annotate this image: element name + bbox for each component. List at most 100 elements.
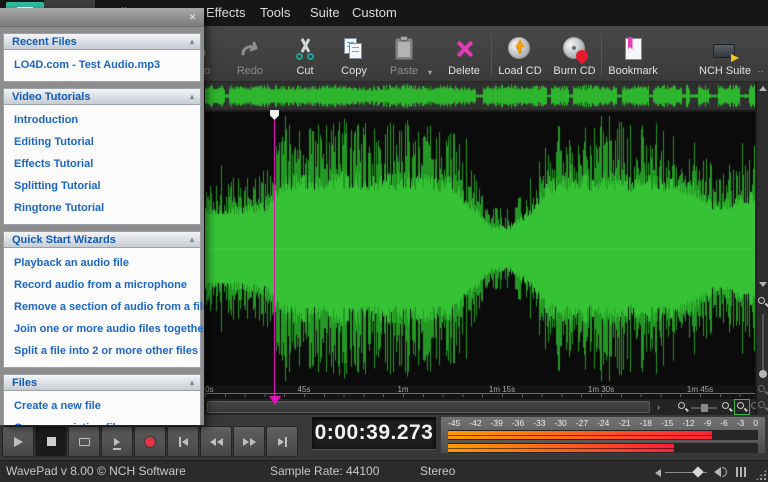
panel-link[interactable]: Playback an audio file [4,252,200,274]
section-list: Introduction Editing Tutorial Effects Tuto… [3,104,201,225]
play-selection-button[interactable] [101,426,133,457]
scroll-down-icon[interactable] [759,282,767,287]
tutorial-floating-panel: ✕ Recent Files ▴ LO4D.com - Test Audio.mp3… [0,8,204,425]
vertical-zoom-strip[interactable] [756,82,768,415]
panel-link[interactable]: Split a file into 2 or more other files [4,340,200,362]
window-resize-grip[interactable] [755,469,767,481]
collapse-icon[interactable]: ▴ [190,375,194,391]
collapse-icon[interactable]: ▴ [190,89,194,105]
ruler-ticks [205,393,755,397]
panel-link[interactable]: Splitting Tutorial [4,175,200,197]
cut-button[interactable]: Cut [282,29,328,79]
meter-scale-label: -42 [469,418,482,428]
status-bar: WavePad v 8.00 © NCH Software Sample Rat… [0,460,768,482]
zoom-out-icon[interactable] [677,401,689,413]
play-button[interactable] [2,426,34,457]
collapse-icon[interactable]: ▴ [190,34,194,50]
burn-cd-icon [562,35,590,65]
toolbar-button-label: Cut [296,65,314,77]
toolbar-button-label: Paste [389,65,419,77]
meter-scale-label: -36 [511,418,525,428]
section-header[interactable]: Recent Files ▴ [3,33,201,49]
zoom-slider[interactable] [691,404,717,412]
panel-title-bar[interactable]: ✕ [0,8,204,27]
waveform-display[interactable] [205,112,755,385]
section-header[interactable]: Files ▴ [3,374,201,390]
burn-cd-button[interactable]: Burn CD [547,29,602,79]
fast-forward-button[interactable] [233,426,265,457]
loop-button[interactable] [68,426,100,457]
panel-link[interactable]: Introduction [4,109,200,131]
vertical-zoom-out-icon[interactable] [757,384,768,396]
volume-down-icon[interactable] [655,469,661,477]
section-list: Create a new fileOpen an existing fileRe… [3,390,201,425]
vertical-zoom-thumb[interactable] [759,370,767,378]
panel-section-files: Files▴Create a new fileOpen an existing … [3,374,201,425]
nch-suite-icon [713,35,739,63]
ruler-label: 1m 45s [686,385,714,394]
zoom-slider-thumb[interactable] [701,404,708,412]
rewind-button[interactable] [200,426,232,457]
panel-link[interactable]: LO4D.com - Test Audio.mp3 [4,54,200,76]
toolbar-overflow-icon[interactable]: ‥ [757,64,765,75]
speaker-icon[interactable] [714,467,727,477]
meter-scale: -45 -42 -39 -36 -33 -30 -27 -24 -21 -18 -15 -12 -9 -6… [448,418,758,429]
vertical-zoom-slider[interactable] [762,314,764,378]
load-cd-button[interactable]: Load CD [494,29,546,79]
paste-button[interactable]: Paste [380,29,428,79]
panel-link[interactable]: Open an existing file [4,417,200,425]
levels-icon[interactable] [736,467,746,477]
time-display-value: 0:00:39.273 [314,421,434,444]
bookmark-button[interactable]: Bookmark [604,29,662,79]
zoom-in-icon[interactable] [721,401,733,413]
tab-custom[interactable]: Custom [344,0,405,26]
scroll-right-arrow-icon[interactable]: › [657,402,660,412]
meter-track-left [448,430,758,440]
panel-link[interactable]: Ringtone Tutorial [4,197,200,219]
panel-link[interactable]: Remove a section of audio from a file [4,296,204,318]
panel-link[interactable]: Create a new file [4,395,200,417]
load-cd-icon [508,35,532,63]
section-header[interactable]: Quick Start Wizards ▴ [3,231,201,247]
level-meter: -45 -42 -39 -36 -33 -30 -27 -24 -21 -18 -15 -12 -9 -6… [440,416,766,454]
collapse-icon[interactable]: ▴ [190,232,194,248]
vertical-zoom-reset-icon[interactable] [757,400,768,412]
time-ruler[interactable]: 30s 45s 1m 1m 15s 1m 30s 1m 45s [205,385,755,398]
meter-scale-label: -24 [597,418,610,428]
main-waveform-canvas [205,112,755,385]
waveform-overview-strip[interactable] [205,82,755,110]
panel-link[interactable]: Join one or more audio files together [4,318,204,340]
tab-suite[interactable]: Suite [302,0,348,26]
copy-button[interactable]: Copy [330,29,378,79]
go-to-start-button[interactable] [167,426,199,457]
go-to-end-button[interactable] [266,426,298,457]
volume-slider-handle[interactable] [692,466,704,478]
section-header[interactable]: Video Tutorials ▴ [3,88,201,104]
toolbar-button-label: Bookmark [608,65,658,77]
playhead-cursor[interactable] [274,110,275,398]
nch-suite-button[interactable]: NCH Suite [694,29,756,79]
section-list: Playback an audio file Record audio from … [3,247,204,368]
panel-link[interactable]: Editing Tutorial [4,131,200,153]
record-button[interactable] [134,426,166,457]
tab-effects[interactable]: Effects [198,0,254,26]
toolbar-button-label: NCH Suite [699,65,751,77]
horizontal-scrollbar[interactable]: › [205,398,762,415]
panel-link[interactable]: Effects Tutorial [4,153,200,175]
meter-bar-left [448,431,712,439]
zoom-to-selection-icon[interactable] [734,399,750,415]
ruler-label: 1m [397,385,409,394]
panel-link[interactable]: Record audio from a microphone [4,274,200,296]
vertical-zoom-in-icon[interactable] [757,296,768,308]
panel-close-icon[interactable]: ✕ [187,12,198,23]
scroll-up-icon[interactable] [759,86,767,91]
delete-button[interactable]: Delete [438,29,490,79]
redo-button[interactable]: Redo [224,29,276,79]
panel-section-quick-start-wizards: Quick Start Wizards ▴ Playback an audio fi… [3,231,204,368]
toolbar-button-label: Burn CD [553,65,596,77]
stop-button[interactable] [35,426,67,457]
tab-tools[interactable]: Tools [252,0,298,26]
playhead-ruler-marker[interactable] [269,396,281,405]
section-list: LO4D.com - Test Audio.mp3 [3,49,201,82]
paste-dropdown-caret[interactable]: ▾ [428,68,432,77]
